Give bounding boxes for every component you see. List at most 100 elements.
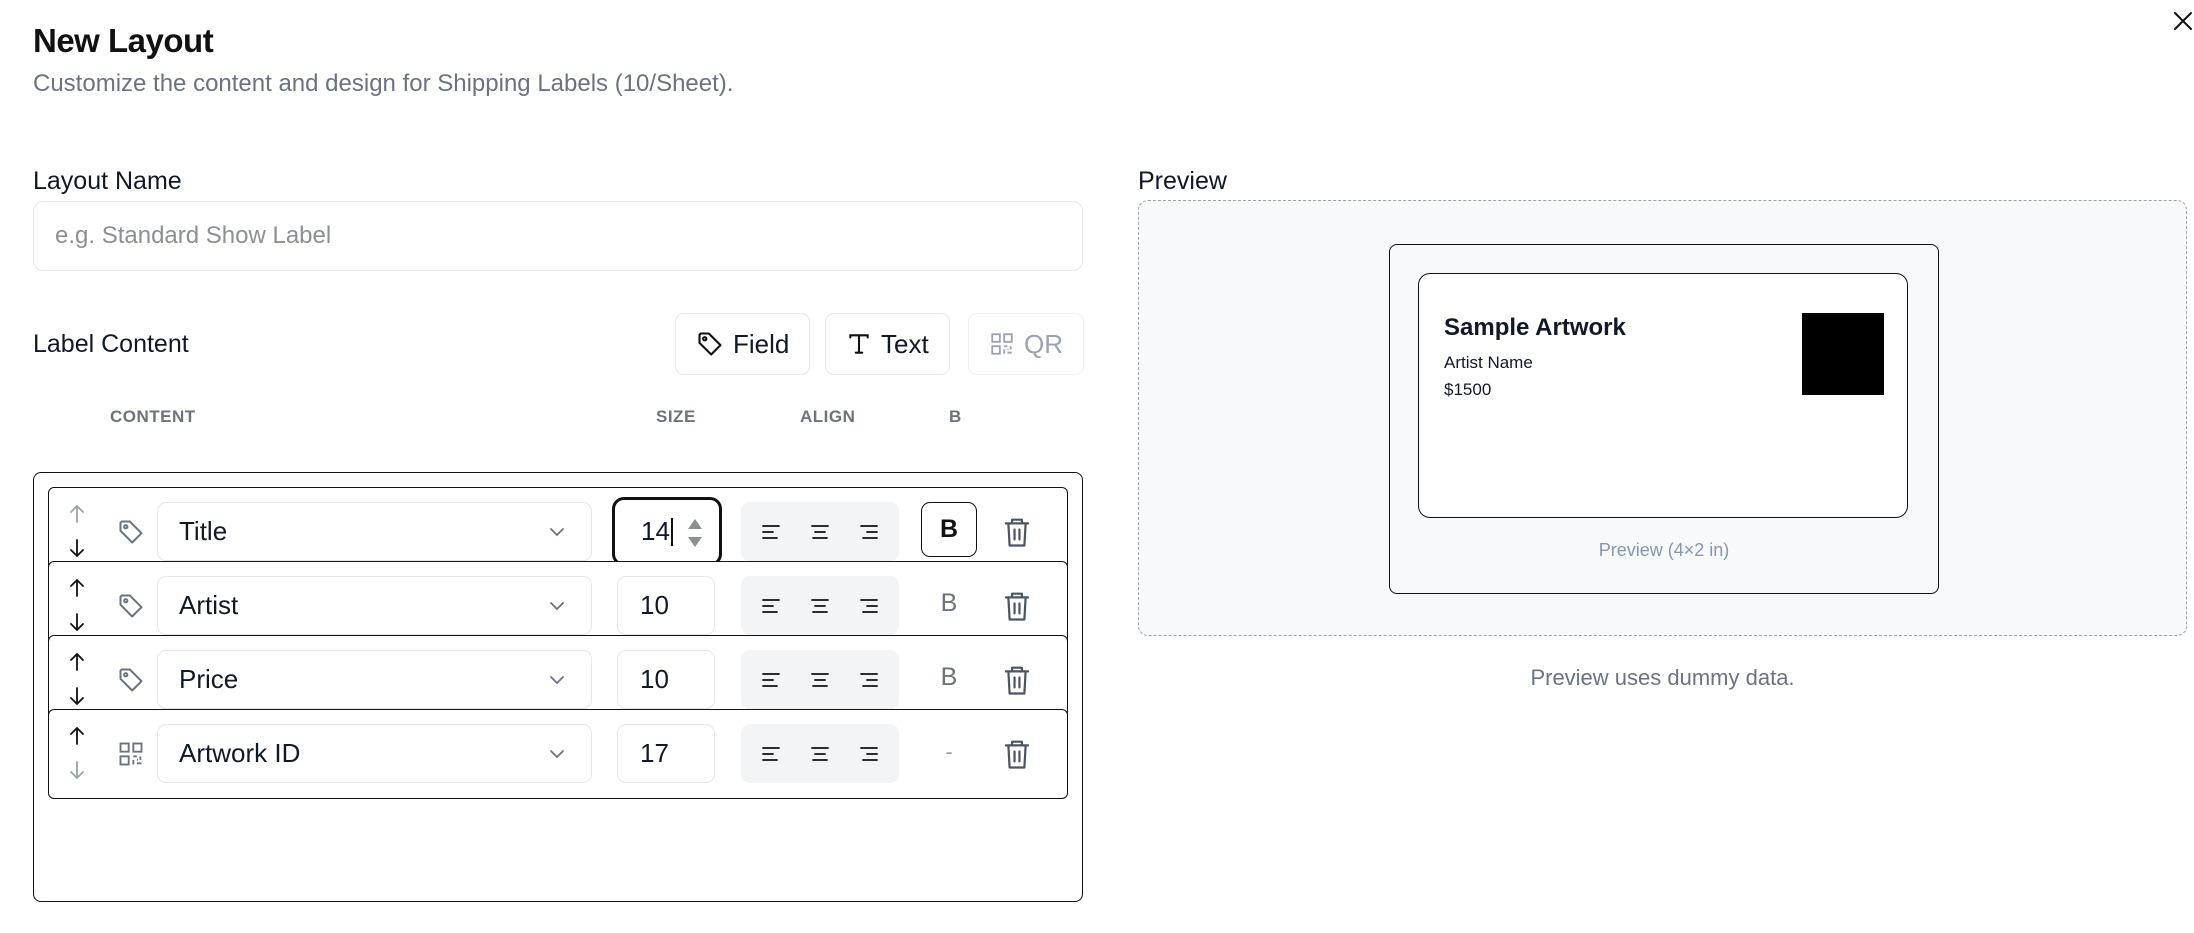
size-value: 10 [640,590,669,620]
preview-label-card: Sample Artwork Artist Name $1500 [1418,273,1908,518]
label-content-list: Title 14 B Artist 10 B Price 10 B Artwor… [33,472,1083,902]
layout-name-label: Layout Name [33,167,182,195]
bold-not-applicable: - [945,738,953,764]
size-value: 17 [640,738,669,768]
content-select-value: Title [179,516,228,546]
size-input[interactable]: 10 [617,650,715,709]
align-group [741,576,899,635]
move-down-icon[interactable] [65,758,89,782]
trash-icon[interactable] [1002,590,1032,622]
qr-code-icon [991,333,1013,355]
content-select[interactable]: Artist [157,576,592,635]
preview-artist: Artist Name [1444,353,1533,372]
align-right-button[interactable] [849,660,889,700]
preview-sheet: Sample Artwork Artist Name $1500 Preview… [1389,244,1939,594]
align-group [741,650,899,709]
text-caret [670,517,673,546]
add-qr-label: QR [1024,328,1063,359]
add-qr-button[interactable]: QR [968,313,1084,375]
align-group [741,724,899,783]
align-center-button[interactable] [800,512,840,552]
size-input[interactable]: 17 [617,724,715,783]
size-value: 14 [641,516,670,546]
preview-caption: Preview (4×2 in) [1598,540,1730,560]
size-input[interactable]: 10 [617,576,715,635]
label-content-heading: Label Content [33,330,189,358]
align-center-icon [811,746,829,761]
align-right-icon [859,672,878,687]
preview-title: Sample Artwork [1444,314,1626,341]
close-button[interactable] [2172,10,2194,38]
preview-note: Preview uses dummy data. [1530,665,1795,690]
add-field-button[interactable]: Field [675,313,811,375]
align-center-icon [811,672,829,687]
align-left-button[interactable] [751,586,791,626]
align-right-icon [859,598,878,613]
align-left-icon [762,746,781,761]
column-header-content: CONTENT [110,407,196,426]
tag-icon [698,332,722,356]
content-select[interactable]: Price [157,650,592,709]
align-left-icon [762,598,781,613]
chevron-down-icon [550,750,564,759]
add-text-label: Text [881,328,929,359]
stepper-icon[interactable] [686,514,704,552]
dialog-title: New Layout [33,22,214,59]
align-right-button[interactable] [849,734,889,774]
move-down-icon[interactable] [65,610,89,634]
align-right-button[interactable] [849,512,889,552]
column-header-size: SIZE [656,407,696,426]
align-left-icon [762,672,781,687]
align-left-icon [762,524,781,539]
preview-area: Sample Artwork Artist Name $1500 Preview… [1138,200,2187,636]
align-left-button[interactable] [751,512,791,552]
content-select-value: Artwork ID [179,738,301,768]
align-right-icon [859,524,878,539]
align-right-button[interactable] [849,586,889,626]
move-down-icon[interactable] [65,536,89,560]
content-select-value: Artist [179,590,239,620]
content-select[interactable]: Title [157,502,592,561]
move-down-icon[interactable] [65,684,89,708]
move-up-icon[interactable] [65,576,89,600]
add-text-button[interactable]: Text [825,313,950,375]
trash-icon[interactable] [1002,738,1032,770]
dialog-subtitle: Customize the content and design for Shi… [33,70,734,97]
text-icon [849,334,869,354]
qr-code-icon [119,742,143,766]
align-left-button[interactable] [751,734,791,774]
content-select[interactable]: Artwork ID [157,724,592,783]
bold-toggle[interactable]: B [921,650,977,705]
content-row: Artwork ID 17 - [48,709,1068,799]
chevron-down-icon [550,602,564,611]
tag-icon [119,520,143,544]
align-group [741,502,899,561]
bold-toggle[interactable]: B [921,502,977,557]
align-center-icon [811,524,829,539]
tag-icon [119,594,143,618]
align-center-icon [811,598,829,613]
layout-name-input[interactable] [33,201,1083,271]
preview-heading: Preview [1138,167,1227,195]
trash-icon[interactable] [1002,516,1032,548]
align-center-button[interactable] [800,660,840,700]
tag-icon [119,668,143,692]
size-input[interactable]: 14 [612,497,722,566]
move-up-icon[interactable] [65,724,89,748]
trash-icon[interactable] [1002,664,1032,696]
content-select-value: Price [179,664,239,694]
close-icon [2174,12,2192,30]
column-header-align: ALIGN [800,407,856,426]
bold-toggle[interactable]: B [921,576,977,631]
preview-price: $1500 [1444,380,1492,399]
add-field-label: Field [733,328,790,359]
column-header-bold: B [949,407,962,426]
align-right-icon [859,746,878,761]
chevron-down-icon [550,676,564,685]
chevron-down-icon [550,528,564,537]
align-center-button[interactable] [800,734,840,774]
move-up-icon[interactable] [65,650,89,674]
move-up-icon[interactable] [65,502,89,526]
align-center-button[interactable] [800,586,840,626]
align-left-button[interactable] [751,660,791,700]
